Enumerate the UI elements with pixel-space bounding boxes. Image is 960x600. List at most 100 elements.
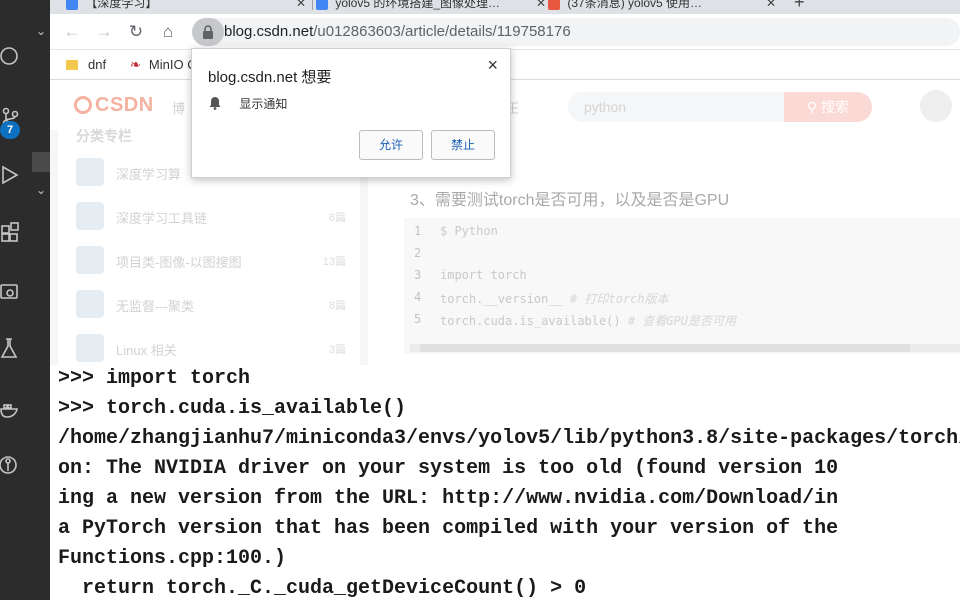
allow-button[interactable]: 允许 [359,130,423,160]
browser-tab[interactable]: (37条消息) yolov5 使用… ✕ [548,0,776,14]
docker-icon[interactable] [0,398,22,420]
screen: ⌄ 7 ⌄ 【深度学习】 ✕ yolov5 的环境搭建_图像处理… ✕ (37条… [0,0,960,600]
tab-favicon-icon [548,0,560,10]
home-button[interactable]: ⌂ [156,20,180,44]
terminal-output: >>> import torch >>> torch.cuda.is_avail… [50,365,960,600]
forward-button[interactable]: → [92,20,116,44]
sidebar-item-count: 13篇 [322,256,346,268]
minio-icon: ❧ [130,57,141,72]
tab-title: 【深度学习】 [85,0,158,10]
block-button[interactable]: 禁止 [431,130,495,160]
browser-tab-bar: 【深度学习】 ✕ yolov5 的环境搭建_图像处理… ✕ (37条消息) yo… [50,0,960,14]
browser-tab[interactable]: yolov5 的环境搭建_图像处理… ✕ [316,0,546,14]
line-number: 2 [414,246,422,260]
sidebar-item[interactable]: 项目类-图像-以图搜图 13篇 [76,246,346,274]
source-control-badge: 7 [0,121,20,139]
sidebar-item-label: 深度学习工具链 [116,211,208,226]
code-comment: # 打印torch版本 [570,292,669,306]
site-info-button[interactable] [192,18,224,46]
activity-bar: ⌄ 7 ⌄ [0,0,50,600]
category-thumbnail [76,290,104,318]
line-number: 5 [414,312,422,326]
code-source: $ Python [440,224,498,238]
bookmark-minio[interactable]: ❧ MinIO C [130,57,197,73]
git-graph-icon[interactable] [0,454,22,476]
search-input[interactable]: python [568,92,786,122]
code-text: torch.__version__ # 打印torch版本 [440,290,669,307]
terminal-line: on: The NVIDIA driver on your system is … [58,457,839,480]
bookmark-label: MinIO C [148,57,197,72]
popup-title: blog.csdn.net 想要 [208,69,332,86]
category-thumbnail [76,158,104,186]
url-domain: blog.csdn.net [224,23,314,40]
account-icon[interactable] [0,45,22,67]
remote-explorer-icon[interactable] [0,282,22,304]
sidebar-title: 分类专栏 [76,128,132,144]
sidebar-item-count: 3篇 [328,344,346,356]
code-scrollbar[interactable] [410,344,960,352]
code-comment: # 查看GPU是否可用 [627,314,736,328]
permission-row: 显示通知 [208,95,287,112]
tab-title: yolov5 的环境搭建_图像处理… [335,0,501,10]
avatar[interactable] [920,90,952,122]
back-button[interactable]: ← [60,20,84,44]
logo-text: CSDN [95,94,154,116]
code-text: torch.cuda.is_available() # 查看GPU是否可用 [440,312,736,329]
chevron-down-icon[interactable]: ⌄ [36,24,46,38]
terminal-line: return torch._C._cuda_getDeviceCount() >… [58,577,587,600]
tab-divider [312,0,313,10]
run-debug-icon[interactable] [0,164,22,186]
tab-title: (37条消息) yolov5 使用… [567,0,703,10]
active-indicator [32,152,50,172]
sidebar-item[interactable]: Linux 相关 3篇 [76,334,346,362]
bookmark-label: dnf [88,57,107,72]
close-icon[interactable]: × [487,55,498,76]
close-icon[interactable]: ✕ [536,0,546,10]
url-path: /u012863603/article/details/119758176 [313,23,571,40]
scrollbar-thumb[interactable] [420,344,910,352]
tab-favicon-icon [316,0,328,10]
terminal-line: /home/zhangjianhu7/miniconda3/envs/yolov… [58,427,960,450]
close-icon[interactable]: ✕ [296,0,306,10]
code-source: torch.__version__ [440,292,571,306]
csdn-logo[interactable]: CSDN [74,94,154,117]
sidebar-item[interactable]: 无监督---聚类 8篇 [76,290,346,318]
sidebar-item-label: 无监督---聚类 [116,299,194,314]
article-heading: 3、需要测试torch是否可用，以及是否是GPU [410,192,730,209]
terminal-line: >>> torch.cuda.is_available() [58,397,407,420]
terminal-line: Functions.cpp:100.) [58,547,287,570]
sidebar-item-count: 6篇 [328,212,346,224]
nav-link[interactable]: 博 [172,98,185,117]
url-text: blog.csdn.net/u012863603/article/details… [224,23,571,40]
category-thumbnail [76,246,104,274]
bookmark-dnf[interactable]: dnf [66,57,106,72]
notification-permission-popup: blog.csdn.net 想要 × 显示通知 允许 禁止 [191,48,511,178]
code-text: import torch [440,268,527,282]
search-icon: ⚲ [806,99,818,115]
sidebar-item-label: 深度学习算 [116,167,182,182]
browser-toolbar: ← → ↻ ⌂ blog.csdn.net/u012863603/article… [50,14,960,50]
tab-favicon-icon [66,0,78,10]
sidebar-item-count: 8篇 [328,300,346,312]
code-text: $ Python [440,224,498,238]
logo-ring-icon [74,96,92,114]
new-tab-button[interactable]: + [794,0,805,13]
browser-tab[interactable]: 【深度学习】 ✕ [66,0,306,14]
sidebar-item-label: 项目类-图像-以图搜图 [116,255,242,270]
address-bar[interactable]: blog.csdn.net/u012863603/article/details… [192,18,960,46]
code-source: torch.cuda.is_available() [440,314,628,328]
category-thumbnail [76,334,104,362]
lock-icon [203,25,213,39]
search-button-label: 搜索 [821,99,850,115]
testing-icon[interactable] [0,337,22,359]
close-icon[interactable]: ✕ [766,0,776,10]
terminal-line: a PyTorch version that has been compiled… [58,517,839,540]
search-button[interactable]: ⚲ 搜索 [784,92,872,122]
line-number: 4 [414,290,422,304]
reload-button[interactable]: ↻ [124,20,148,44]
folder-icon [66,60,78,70]
bell-icon [209,97,221,110]
extensions-icon[interactable] [0,221,22,243]
sidebar-item[interactable]: 深度学习工具链 6篇 [76,202,346,230]
chevron-down-icon[interactable]: ⌄ [36,183,46,197]
